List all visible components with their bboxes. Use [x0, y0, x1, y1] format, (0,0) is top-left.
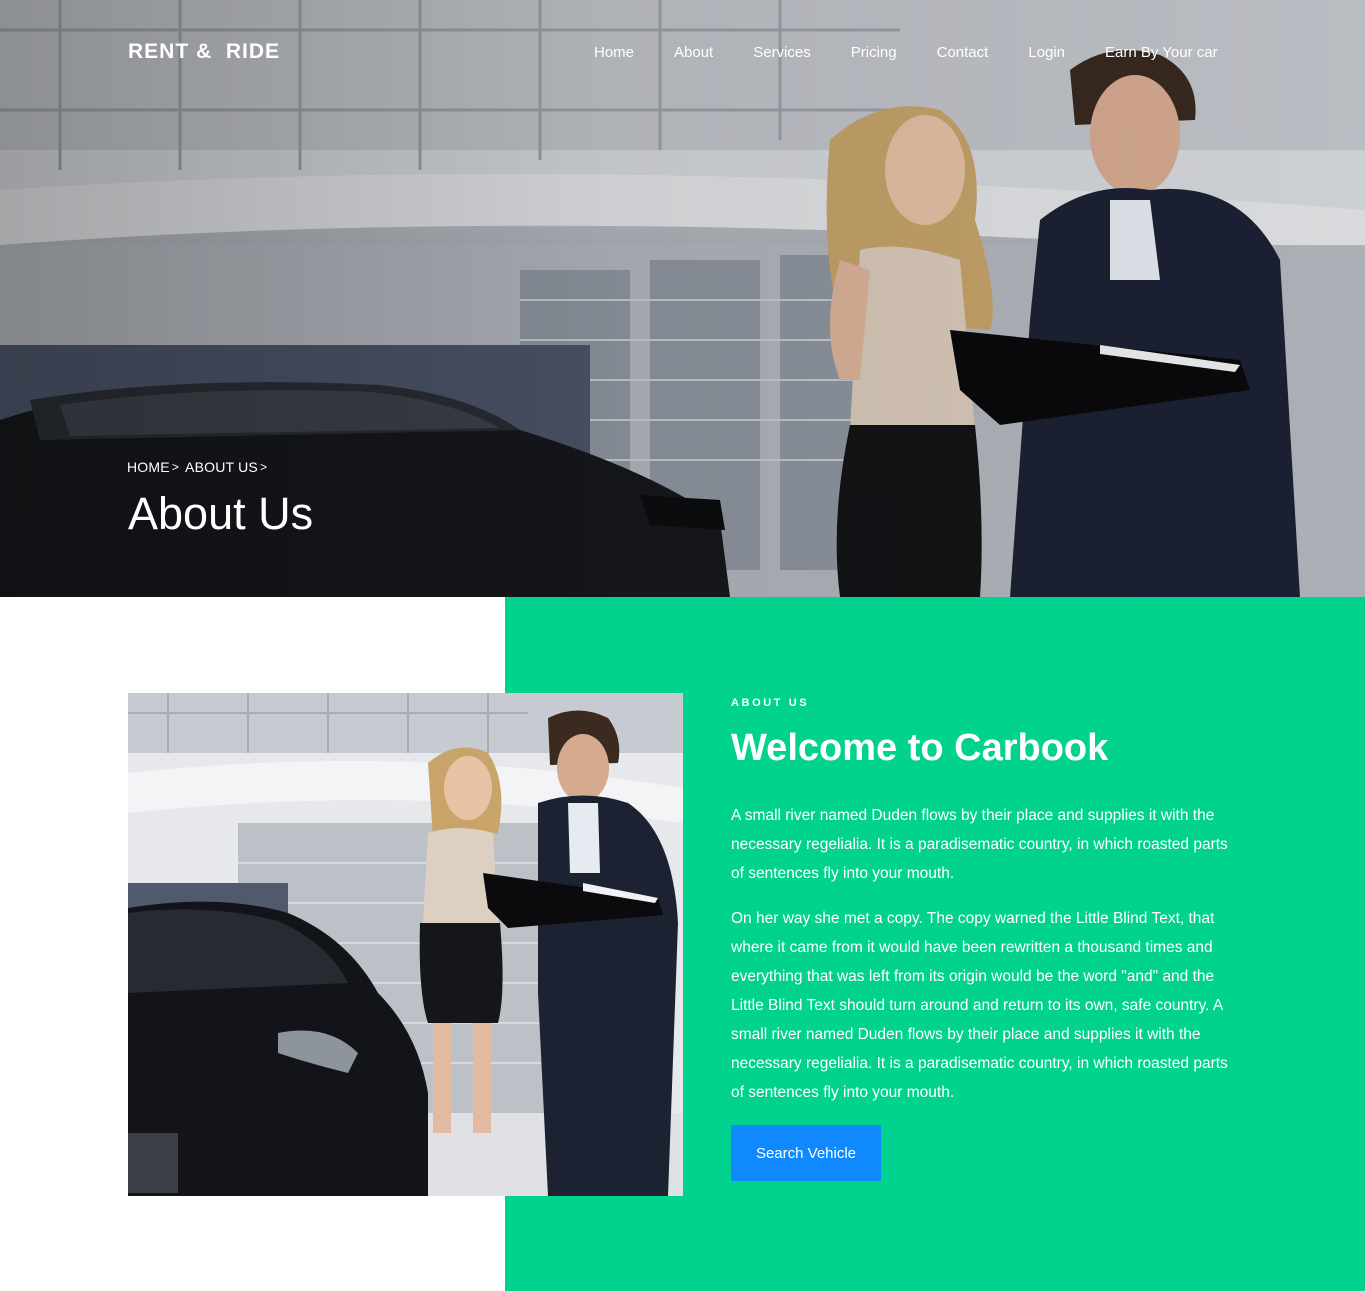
page-title: About Us: [128, 488, 314, 539]
hero-banner: RENT & RIDE Home About Services Pricing …: [0, 0, 1365, 597]
nav-earn-by-your-car-link[interactable]: Earn By Your car: [1105, 44, 1218, 61]
about-content: ABOUT US Welcome to Carbook A small rive…: [731, 693, 1236, 1181]
nav-about-link[interactable]: About: [674, 44, 713, 61]
breadcrumb-about-us: ABOUT US: [185, 459, 258, 475]
nav-pricing-link[interactable]: Pricing: [851, 44, 897, 61]
section-eyebrow: ABOUT US: [731, 697, 810, 709]
chevron-right-icon: >: [259, 460, 268, 474]
search-vehicle-button[interactable]: Search Vehicle: [731, 1125, 881, 1181]
about-paragraph-1: A small river named Duden flows by their…: [731, 807, 1228, 882]
top-navbar: RENT & RIDE Home About Services Pricing …: [0, 0, 1365, 106]
main-nav: Home About Services Pricing Contact Logi…: [594, 44, 1218, 61]
nav-services-link[interactable]: Services: [753, 44, 811, 61]
brand-logo[interactable]: RENT & RIDE: [128, 40, 280, 64]
breadcrumb-home[interactable]: HOME: [127, 459, 170, 475]
section-heading: Welcome to Carbook: [731, 727, 1109, 769]
about-photo-illustration: [128, 693, 683, 1196]
about-paragraph-2: On her way she met a copy. The copy warn…: [731, 910, 1228, 1101]
nav-login-link[interactable]: Login: [1028, 44, 1065, 61]
breadcrumb: HOME > ABOUT US >: [127, 459, 273, 475]
about-photo: [128, 693, 683, 1196]
chevron-right-icon: >: [171, 460, 180, 474]
nav-contact-link[interactable]: Contact: [937, 44, 989, 61]
nav-home-link[interactable]: Home: [594, 44, 634, 61]
